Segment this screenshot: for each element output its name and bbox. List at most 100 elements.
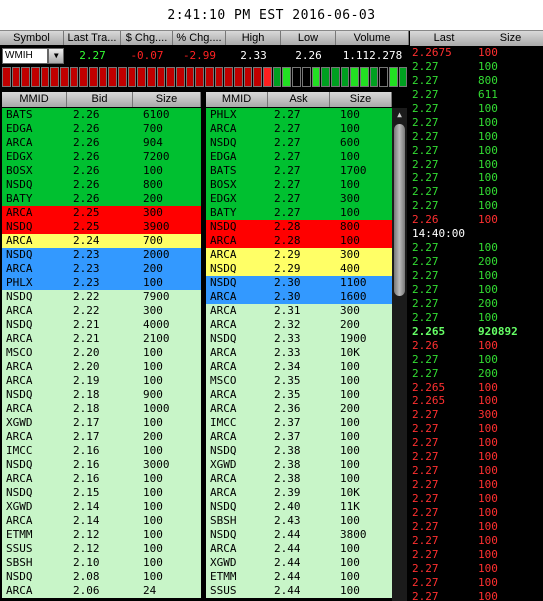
bid-row[interactable]: MSCO 2.20 100	[2, 346, 201, 360]
bid-row[interactable]: ARCA 2.26 904	[2, 136, 201, 150]
bid-row[interactable]: ARCA 2.16 100	[2, 472, 201, 486]
bid-row[interactable]: ARCA 2.18 1000	[2, 402, 201, 416]
bid-row[interactable]: PHLX 2.23 100	[2, 276, 201, 290]
ask-row[interactable]: ARCA 2.29 300	[206, 248, 392, 262]
bid-row[interactable]: ARCA 2.23 200	[2, 262, 201, 276]
ask-row[interactable]: ARCA 2.44 100	[206, 542, 392, 556]
ask-row[interactable]: ARCA 2.38 100	[206, 472, 392, 486]
ask-row[interactable]: ARCA 2.34 100	[206, 360, 392, 374]
ask-row[interactable]: ARCA 2.35 100	[206, 388, 392, 402]
bid-row[interactable]: SBSH 2.10 100	[2, 556, 201, 570]
bid-row[interactable]: NSDQ 2.08 100	[2, 570, 201, 584]
ask-row[interactable]: ARCA 2.31 300	[206, 304, 392, 318]
bid-row[interactable]: EDGA 2.26 700	[2, 122, 201, 136]
bid-row[interactable]: NSDQ 2.18 900	[2, 388, 201, 402]
ask-size: 100	[340, 234, 360, 247]
ask-mmid: ARCA	[210, 430, 237, 443]
bid-row[interactable]: BATS 2.26 6100	[2, 108, 201, 122]
ask-row[interactable]: NSDQ 2.27 600	[206, 136, 392, 150]
ask-row[interactable]: IMCC 2.37 100	[206, 416, 392, 430]
bid-row[interactable]: ARCA 2.25 300	[2, 206, 201, 220]
ask-row[interactable]: BOSX 2.27 100	[206, 178, 392, 192]
chevron-down-icon[interactable]: ▼	[48, 47, 64, 64]
ask-row[interactable]: XGWD 2.38 100	[206, 458, 392, 472]
bid-row[interactable]: NSDQ 2.26 800	[2, 178, 201, 192]
ask-row[interactable]: ARCA 2.27 100	[206, 122, 392, 136]
scroll-thumb[interactable]	[394, 124, 405, 296]
bid-col-size[interactable]: Size	[133, 92, 201, 107]
ask-row[interactable]: NSDQ 2.40 11K	[206, 500, 392, 514]
ask-row[interactable]: ARCA 2.33 10K	[206, 346, 392, 360]
bid-row[interactable]: ARCA 2.19 100	[2, 374, 201, 388]
ask-price: 2.44	[274, 542, 301, 555]
col-pct-chg[interactable]: % Chg....	[173, 31, 226, 45]
bid-row[interactable]: ARCA 2.20 100	[2, 360, 201, 374]
ask-row[interactable]: ARCA 2.30 1600	[206, 290, 392, 304]
ask-row[interactable]: NSDQ 2.38 100	[206, 444, 392, 458]
bid-row[interactable]: ARCA 2.22 300	[2, 304, 201, 318]
ask-row[interactable]: NSDQ 2.44 3800	[206, 528, 392, 542]
bid-row[interactable]: XGWD 2.17 100	[2, 416, 201, 430]
ask-row[interactable]: ARCA 2.37 100	[206, 430, 392, 444]
ask-row[interactable]: ARCA 2.39 10K	[206, 486, 392, 500]
bid-row[interactable]: EDGX 2.26 7200	[2, 150, 201, 164]
bid-row[interactable]: ARCA 2.21 2100	[2, 332, 201, 346]
ask-mmid: ARCA	[210, 318, 237, 331]
ask-row[interactable]: NSDQ 2.29 400	[206, 262, 392, 276]
ask-row[interactable]: BATY 2.27 100	[206, 206, 392, 220]
ask-row[interactable]: MSCO 2.35 100	[206, 374, 392, 388]
trade-size: 100	[478, 561, 498, 575]
bid-row[interactable]: ARCA 2.24 700	[2, 234, 201, 248]
bid-row[interactable]: ETMM 2.12 100	[2, 528, 201, 542]
ask-row[interactable]: ETMM 2.44 100	[206, 570, 392, 584]
col-low[interactable]: Low	[281, 31, 336, 45]
ask-row[interactable]: NSDQ 2.33 1900	[206, 332, 392, 346]
bid-row[interactable]: SSUS 2.12 100	[2, 542, 201, 556]
bid-col-bid[interactable]: Bid	[67, 92, 133, 107]
ts-col-last[interactable]: Last	[410, 31, 478, 46]
ask-row[interactable]: BATS 2.27 1700	[206, 164, 392, 178]
symbol-input[interactable]: WMIH	[2, 47, 49, 64]
ask-col-ask[interactable]: Ask	[268, 92, 330, 107]
bid-row[interactable]: NSDQ 2.25 3900	[2, 220, 201, 234]
col-chg[interactable]: $ Chg....	[121, 31, 173, 45]
bid-col-mmid[interactable]: MMID	[2, 92, 67, 107]
ask-row[interactable]: XGWD 2.44 100	[206, 556, 392, 570]
bid-price: 2.26	[73, 136, 100, 149]
ask-col-size[interactable]: Size	[330, 92, 392, 107]
bid-row[interactable]: NSDQ 2.23 2000	[2, 248, 201, 262]
ask-col-mmid[interactable]: MMID	[206, 92, 268, 107]
bid-row[interactable]: IMCC 2.16 100	[2, 444, 201, 458]
bid-row[interactable]: ARCA 2.06 24	[2, 584, 201, 598]
ask-row[interactable]: EDGX 2.27 300	[206, 192, 392, 206]
bid-row[interactable]: BOSX 2.26 100	[2, 164, 201, 178]
bid-row[interactable]: NSDQ 2.21 4000	[2, 318, 201, 332]
col-high[interactable]: High	[226, 31, 281, 45]
ask-scrollbar[interactable]: ▲	[392, 108, 407, 601]
trade-price: 2.27	[412, 115, 439, 129]
ts-col-size[interactable]: Size	[478, 31, 543, 46]
symbol-selector[interactable]: WMIH ▼	[0, 46, 64, 65]
ask-row[interactable]: EDGA 2.27 100	[206, 150, 392, 164]
ask-row[interactable]: NSDQ 2.30 1100	[206, 276, 392, 290]
bid-row[interactable]: BATY 2.26 200	[2, 192, 201, 206]
bid-row[interactable]: ARCA 2.14 100	[2, 514, 201, 528]
ask-row[interactable]: PHLX 2.27 100	[206, 108, 392, 122]
scroll-up-icon[interactable]: ▲	[392, 108, 407, 122]
ask-row[interactable]: SSUS 2.44 100	[206, 584, 392, 598]
col-last[interactable]: Last Tra...	[64, 31, 121, 45]
bid-row[interactable]: NSDQ 2.15 100	[2, 486, 201, 500]
ask-row[interactable]: SBSH 2.43 100	[206, 514, 392, 528]
bid-size: 1000	[143, 402, 170, 415]
bid-row[interactable]: NSDQ 2.16 3000	[2, 458, 201, 472]
ask-row[interactable]: NSDQ 2.28 800	[206, 220, 392, 234]
bid-row[interactable]: ARCA 2.17 200	[2, 430, 201, 444]
bid-row[interactable]: NSDQ 2.22 7900	[2, 290, 201, 304]
ask-row[interactable]: ARCA 2.28 100	[206, 234, 392, 248]
col-symbol[interactable]: Symbol	[0, 31, 64, 45]
bid-price: 2.26	[73, 108, 100, 121]
ask-row[interactable]: ARCA 2.36 200	[206, 402, 392, 416]
ask-row[interactable]: ARCA 2.32 200	[206, 318, 392, 332]
col-volume[interactable]: Volume	[336, 31, 409, 45]
bid-row[interactable]: XGWD 2.14 100	[2, 500, 201, 514]
